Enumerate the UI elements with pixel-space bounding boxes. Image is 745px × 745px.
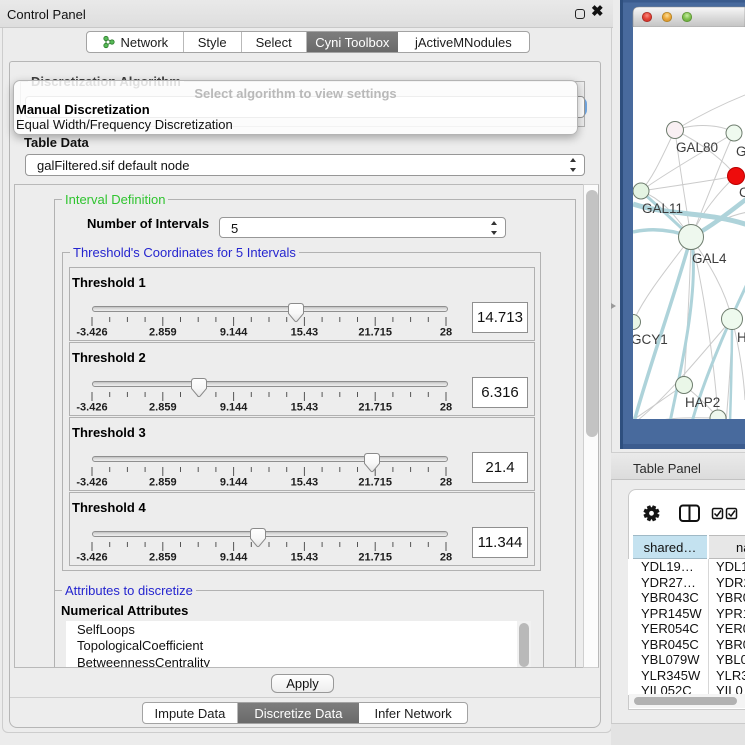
svg-text:9.144: 9.144 bbox=[220, 552, 248, 564]
svg-text:28: 28 bbox=[440, 327, 452, 339]
svg-text:GA: GA bbox=[736, 144, 745, 159]
svg-text:-3.426: -3.426 bbox=[76, 552, 107, 564]
svg-text:21.715: 21.715 bbox=[358, 402, 392, 414]
svg-text:2.859: 2.859 bbox=[149, 327, 177, 339]
svg-text:2.859: 2.859 bbox=[149, 477, 177, 489]
svg-text:28: 28 bbox=[440, 552, 452, 564]
svg-text:GAL11: GAL11 bbox=[642, 201, 683, 216]
svg-text:15.43: 15.43 bbox=[291, 402, 319, 414]
svg-text:2.859: 2.859 bbox=[149, 552, 177, 564]
svg-text:15.43: 15.43 bbox=[291, 552, 319, 564]
svg-text:HA: HA bbox=[737, 330, 745, 345]
svg-text:21.715: 21.715 bbox=[358, 327, 392, 339]
svg-text:-3.426: -3.426 bbox=[76, 327, 107, 339]
svg-text:9.144: 9.144 bbox=[220, 477, 248, 489]
svg-text:28: 28 bbox=[440, 402, 452, 414]
svg-text:-3.426: -3.426 bbox=[76, 477, 107, 489]
svg-text:-3.426: -3.426 bbox=[76, 402, 107, 414]
svg-text:GCY1: GCY1 bbox=[631, 332, 668, 347]
svg-text:GAL80: GAL80 bbox=[676, 140, 718, 155]
svg-text:28: 28 bbox=[440, 477, 452, 489]
svg-text:HAP2: HAP2 bbox=[685, 395, 720, 410]
svg-text:21.715: 21.715 bbox=[358, 477, 392, 489]
svg-text:9.144: 9.144 bbox=[220, 327, 248, 339]
svg-text:2.859: 2.859 bbox=[149, 402, 177, 414]
svg-text:15.43: 15.43 bbox=[291, 327, 319, 339]
svg-text:21.715: 21.715 bbox=[358, 552, 392, 564]
svg-text:15.43: 15.43 bbox=[291, 477, 319, 489]
svg-text:GAL4: GAL4 bbox=[692, 251, 727, 266]
svg-text:C: C bbox=[739, 185, 745, 200]
svg-text:9.144: 9.144 bbox=[220, 402, 248, 414]
